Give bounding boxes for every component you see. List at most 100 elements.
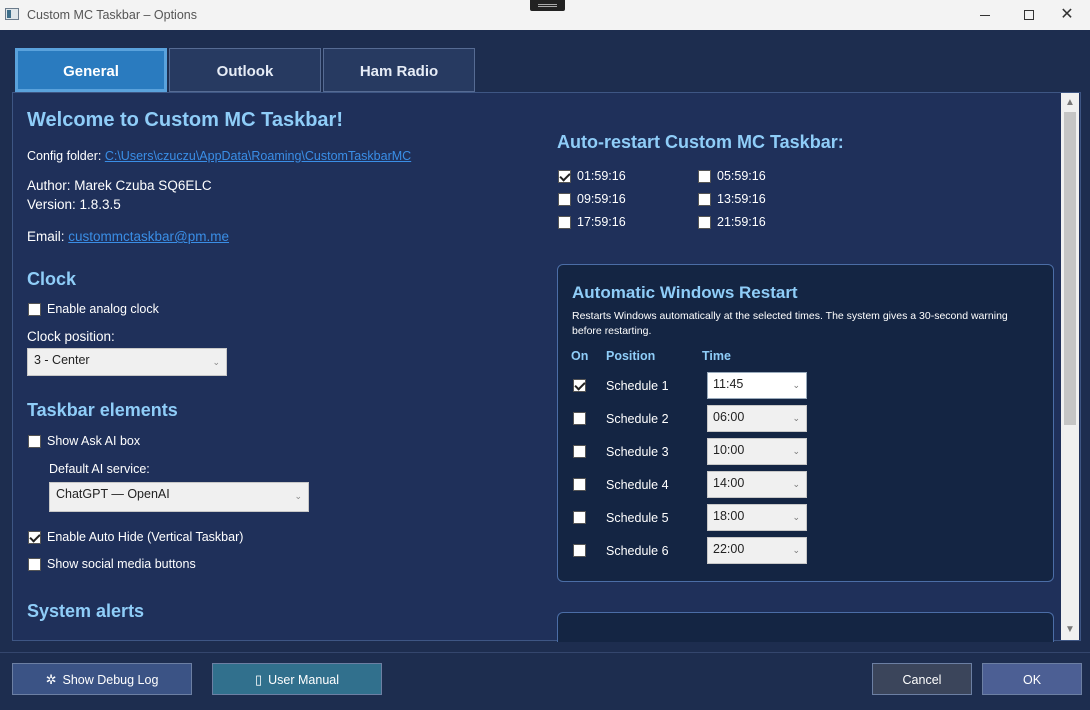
window-title: Custom MC Taskbar – Options: [27, 8, 197, 22]
snap-grip-icon[interactable]: [530, 0, 565, 11]
schedule-time-value: 14:00: [713, 476, 745, 490]
chevron-down-icon: ⌄: [294, 491, 302, 501]
restart-time-label: 09:59:16: [577, 192, 626, 206]
restart-time-checkbox[interactable]: [558, 193, 571, 206]
enable-analog-clock-label: Enable analog clock: [47, 302, 159, 316]
chevron-down-icon: ⌄: [792, 545, 800, 555]
restart-time-checkbox[interactable]: [558, 170, 571, 183]
chevron-down-icon: ⌄: [792, 446, 800, 456]
welcome-heading: Welcome to Custom MC Taskbar!: [27, 109, 343, 131]
scroll-down-icon[interactable]: ▼: [1061, 622, 1079, 638]
social-media-checkbox[interactable]: [28, 558, 41, 571]
enable-analog-clock-checkbox[interactable]: [28, 303, 41, 316]
chevron-down-icon: ⌄: [792, 479, 800, 489]
clock-position-label: Clock position:: [27, 329, 115, 344]
ai-service-label: Default AI service:: [49, 462, 150, 476]
schedule-checkbox[interactable]: [573, 412, 586, 425]
restart-time-label: 17:59:16: [577, 215, 626, 229]
schedule-name: Schedule 1: [606, 379, 669, 393]
chevron-down-icon: ⌄: [212, 357, 220, 367]
email-link[interactable]: custommctaskbar@pm.me: [68, 229, 229, 244]
restart-time-label: 21:59:16: [717, 215, 766, 229]
windows-restart-description-1: Restarts Windows automatically at the se…: [572, 310, 1008, 322]
schedule-name: Schedule 5: [606, 511, 669, 525]
restart-time-label: 01:59:16: [577, 169, 626, 183]
version-text: Version: 1.8.3.5: [27, 197, 121, 212]
title-bar: Custom MC Taskbar – Options ✕: [0, 0, 1090, 30]
social-media-label: Show social media buttons: [47, 557, 196, 571]
chevron-down-icon: ⌄: [792, 413, 800, 423]
schedule-checkbox[interactable]: [573, 478, 586, 491]
column-header-on: On: [571, 349, 589, 363]
windows-restart-heading: Automatic Windows Restart: [572, 283, 798, 302]
schedule-time-select[interactable]: 14:00 ⌄: [707, 471, 807, 498]
ai-service-value: ChatGPT — OpenAI: [56, 487, 170, 501]
restart-time-label: 13:59:16: [717, 192, 766, 206]
restart-time-checkbox[interactable]: [558, 216, 571, 229]
config-folder-link[interactable]: C:\Users\czuczu\AppData\Roaming\CustomTa…: [105, 149, 411, 163]
restart-time-checkbox[interactable]: [698, 216, 711, 229]
user-manual-label: User Manual: [268, 673, 340, 687]
close-icon: ✕: [1060, 6, 1074, 23]
cancel-button[interactable]: Cancel: [872, 663, 972, 695]
minimize-button[interactable]: [962, 0, 1008, 30]
auto-hide-label: Enable Auto Hide (Vertical Taskbar): [47, 530, 244, 544]
chevron-down-icon: ⌄: [792, 380, 800, 390]
column-header-position: Position: [606, 349, 656, 363]
show-debug-log-button[interactable]: ✲ Show Debug Log: [12, 663, 192, 695]
tab-outlook[interactable]: Outlook: [169, 48, 321, 92]
ai-service-select[interactable]: ChatGPT — OpenAI ⌄: [49, 482, 309, 512]
scrollbar-thumb[interactable]: [1064, 112, 1076, 425]
email-row: Email: custommctaskbar@pm.me: [27, 229, 229, 244]
next-settings-card: [557, 612, 1054, 642]
auto-restart-heading: Auto-restart Custom MC Taskbar:: [557, 132, 844, 152]
schedule-time-select[interactable]: 10:00 ⌄: [707, 438, 807, 465]
book-icon: ▯: [254, 672, 263, 687]
schedule-time-value: 06:00: [713, 410, 745, 424]
schedule-time-value: 18:00: [713, 509, 745, 523]
tab-general[interactable]: General: [15, 48, 167, 92]
config-folder-row: Config folder: C:\Users\czuczu\AppData\R…: [27, 149, 411, 163]
cancel-label: Cancel: [902, 673, 942, 687]
schedule-time-value: 22:00: [713, 542, 745, 556]
maximize-icon: [1024, 10, 1034, 21]
show-ask-ai-checkbox[interactable]: [28, 435, 41, 448]
clock-position-select[interactable]: 3 - Center ⌄: [27, 348, 227, 376]
schedule-time-select[interactable]: 22:00 ⌄: [707, 537, 807, 564]
taskbar-elements-heading: Taskbar elements: [27, 400, 178, 420]
chevron-down-icon: ⌄: [792, 512, 800, 522]
schedule-name: Schedule 3: [606, 445, 669, 459]
email-label: Email:: [27, 229, 69, 244]
ok-button[interactable]: OK: [982, 663, 1082, 695]
tab-ham-radio[interactable]: Ham Radio: [323, 48, 475, 92]
scroll-up-icon[interactable]: ▲: [1061, 95, 1079, 111]
schedule-time-value: 10:00: [713, 443, 745, 457]
app-icon: [5, 8, 19, 20]
schedule-name: Schedule 4: [606, 478, 669, 492]
restart-time-checkbox[interactable]: [698, 170, 711, 183]
minimize-icon: [980, 14, 990, 16]
restart-time-checkbox[interactable]: [698, 193, 711, 206]
close-button[interactable]: ✕: [1044, 0, 1090, 30]
clock-heading: Clock: [27, 269, 77, 289]
user-manual-button[interactable]: ▯ User Manual: [212, 663, 382, 695]
footer-divider: [0, 652, 1090, 653]
schedule-time-value: 11:45: [713, 377, 744, 391]
schedule-time-select[interactable]: 18:00 ⌄: [707, 504, 807, 531]
ok-label: OK: [1022, 673, 1042, 687]
system-alerts-heading: System alerts: [27, 601, 145, 621]
schedule-checkbox[interactable]: [573, 511, 586, 524]
schedule-time-select[interactable]: 06:00 ⌄: [707, 405, 807, 432]
windows-restart-description-2: before restarting.: [572, 325, 652, 337]
schedule-checkbox[interactable]: [573, 379, 586, 392]
column-header-time: Time: [702, 349, 731, 363]
schedule-name: Schedule 2: [606, 412, 669, 426]
config-folder-label: Config folder:: [27, 149, 105, 163]
vertical-scrollbar[interactable]: ▲ ▼: [1061, 93, 1079, 640]
restart-time-label: 05:59:16: [717, 169, 766, 183]
schedule-checkbox[interactable]: [573, 445, 586, 458]
schedule-checkbox[interactable]: [573, 544, 586, 557]
auto-hide-checkbox[interactable]: [28, 531, 41, 544]
schedule-time-select[interactable]: 11:45 ⌄: [707, 372, 807, 399]
show-debug-log-label: Show Debug Log: [62, 673, 159, 687]
